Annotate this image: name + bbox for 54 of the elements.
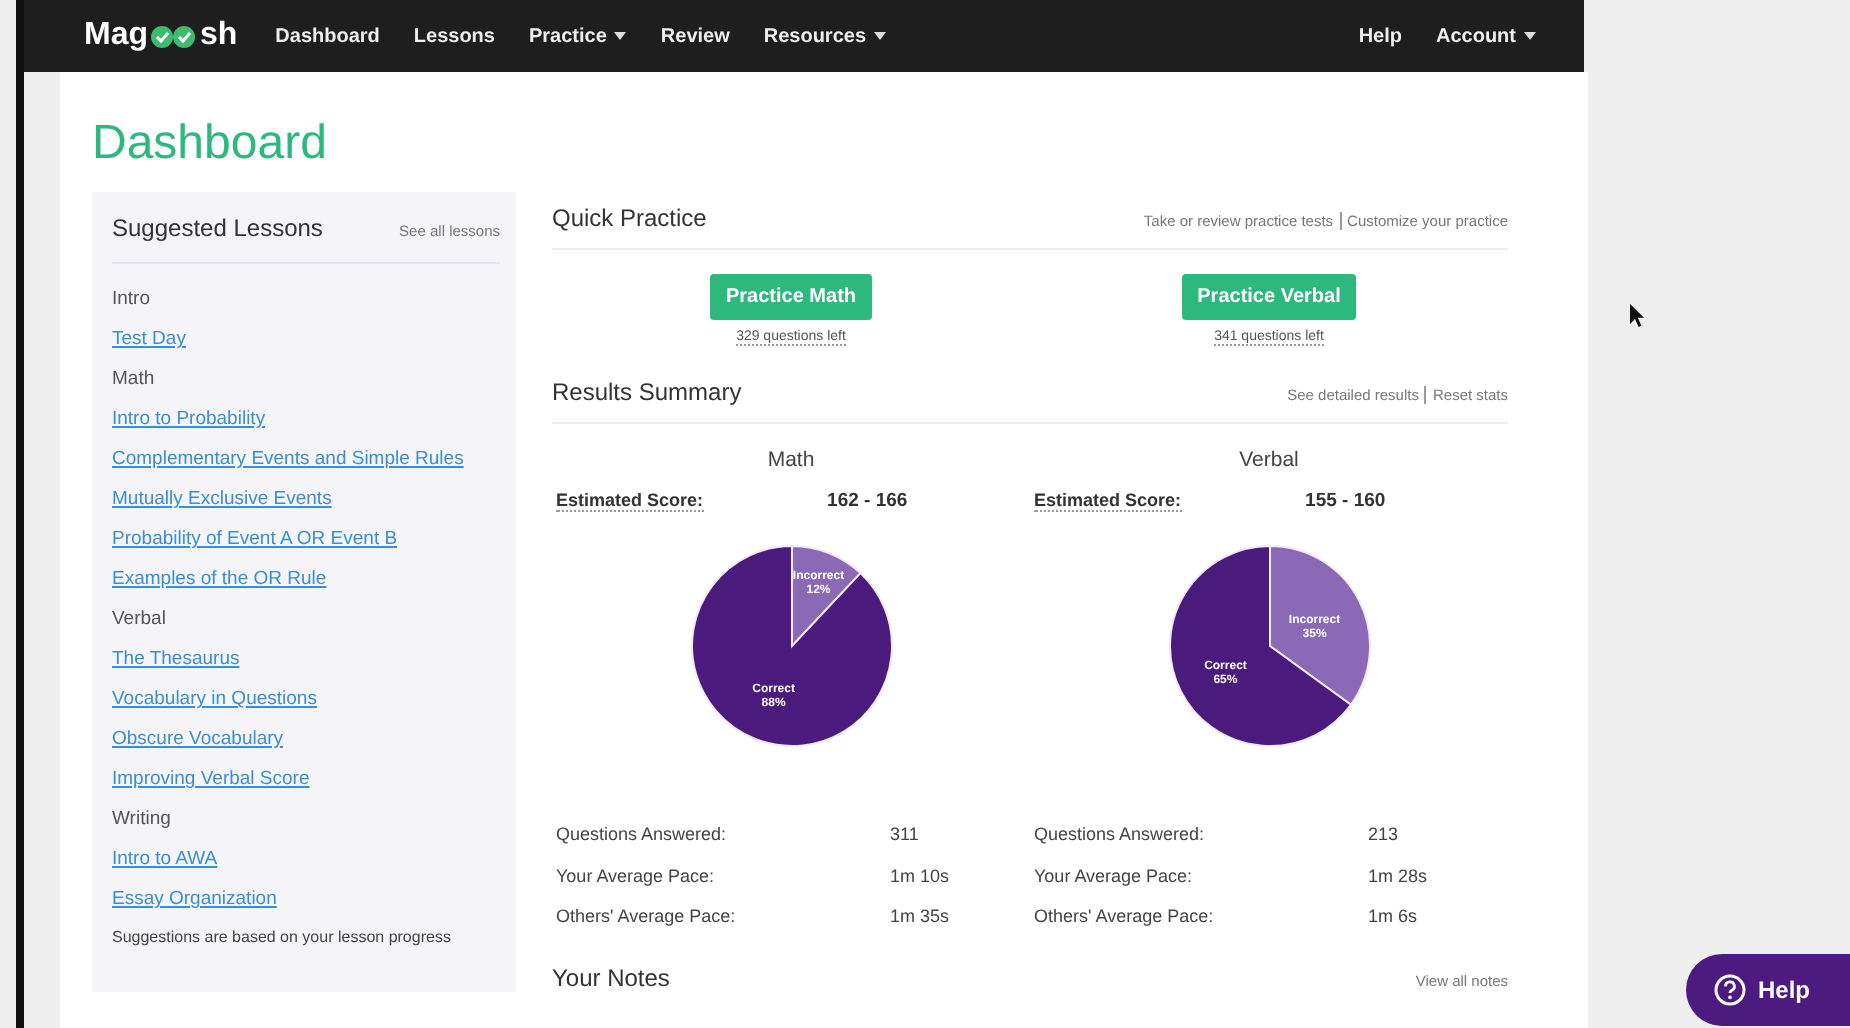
nav-link[interactable]: Dashboard	[275, 25, 380, 47]
stat-label: Others' Average Pace:	[1034, 906, 1216, 930]
stat-value: 1m 35s	[890, 906, 950, 930]
lesson-link[interactable]: Vocabulary in Questions	[112, 680, 500, 720]
stat-label: Your Average Pace:	[556, 865, 717, 890]
subject-heading: Math	[765, 448, 817, 472]
stat-label: Others' Average Pace:	[556, 906, 738, 930]
mouse-cursor-icon	[1630, 304, 1646, 328]
stat-value: 311	[890, 824, 919, 848]
lesson-link[interactable]: Probability of Event A OR Event B	[112, 520, 500, 560]
section-title: Your Notes	[552, 963, 670, 991]
stat-label: Your Average Pace:	[1034, 865, 1195, 890]
lesson-link[interactable]: Obscure Vocabulary	[112, 720, 500, 760]
section-title: Results Summary	[552, 378, 742, 406]
nav-link[interactable]: Review	[660, 25, 730, 47]
section-title: Quick Practice	[552, 204, 707, 232]
nav-link[interactable]: Account	[1436, 25, 1536, 47]
lesson-link[interactable]: Essay Organization	[112, 880, 500, 920]
page-title: Dashboard	[92, 116, 329, 172]
stat-label: Questions Answered:	[556, 824, 729, 848]
lesson-link[interactable]: The Thesaurus	[112, 640, 500, 680]
lesson-category: Math	[112, 366, 157, 394]
nav-link[interactable]: Resources	[763, 25, 887, 47]
lesson-category: Verbal	[112, 606, 168, 634]
practice-button[interactable]: Practice Math	[709, 274, 873, 320]
sidebar-title: Suggested Lessons	[112, 214, 323, 242]
score-value: 162 - 166	[827, 490, 908, 512]
score-label: Estimated Score:	[556, 490, 704, 512]
lesson-category: Writing	[112, 806, 173, 834]
logo[interactable]: Mag sh	[84, 18, 238, 54]
nav-link[interactable]: Practice	[528, 25, 627, 47]
lesson-link[interactable]: Improving Verbal Score	[112, 760, 500, 800]
stat-value: 1m 6s	[1368, 906, 1418, 930]
stat-value: 213	[1368, 824, 1399, 848]
checkmark-icon	[150, 23, 198, 49]
help-icon	[1714, 974, 1746, 1006]
nav-link[interactable]: Help	[1358, 25, 1402, 47]
lesson-link[interactable]: Complementary Events and Simple Rules	[112, 440, 500, 480]
lesson-link[interactable]: Intro to Probability	[112, 400, 500, 440]
nav-link[interactable]: Lessons	[413, 25, 495, 47]
sidebar-footnote: Suggestions are based on your lesson progress	[112, 928, 453, 946]
lesson-link[interactable]: Examples of the OR Rule	[112, 560, 500, 600]
lesson-category: Intro	[112, 286, 153, 314]
stat-label: Questions Answered:	[1034, 824, 1207, 848]
stat-value: 1m 28s	[1368, 865, 1428, 889]
practice-button[interactable]: Practice Verbal	[1181, 274, 1357, 320]
lesson-link[interactable]: Test Day	[112, 320, 500, 360]
help-button[interactable]: Help	[1686, 954, 1850, 1026]
stat-value: 1m 10s	[890, 865, 950, 889]
score-value: 155 - 160	[1305, 490, 1386, 512]
lesson-link[interactable]: Mutually Exclusive Events	[112, 480, 500, 520]
subject-heading: Verbal	[1237, 448, 1301, 472]
score-label: Estimated Score:	[1034, 490, 1182, 512]
lesson-link[interactable]: Intro to AWA	[112, 840, 500, 880]
